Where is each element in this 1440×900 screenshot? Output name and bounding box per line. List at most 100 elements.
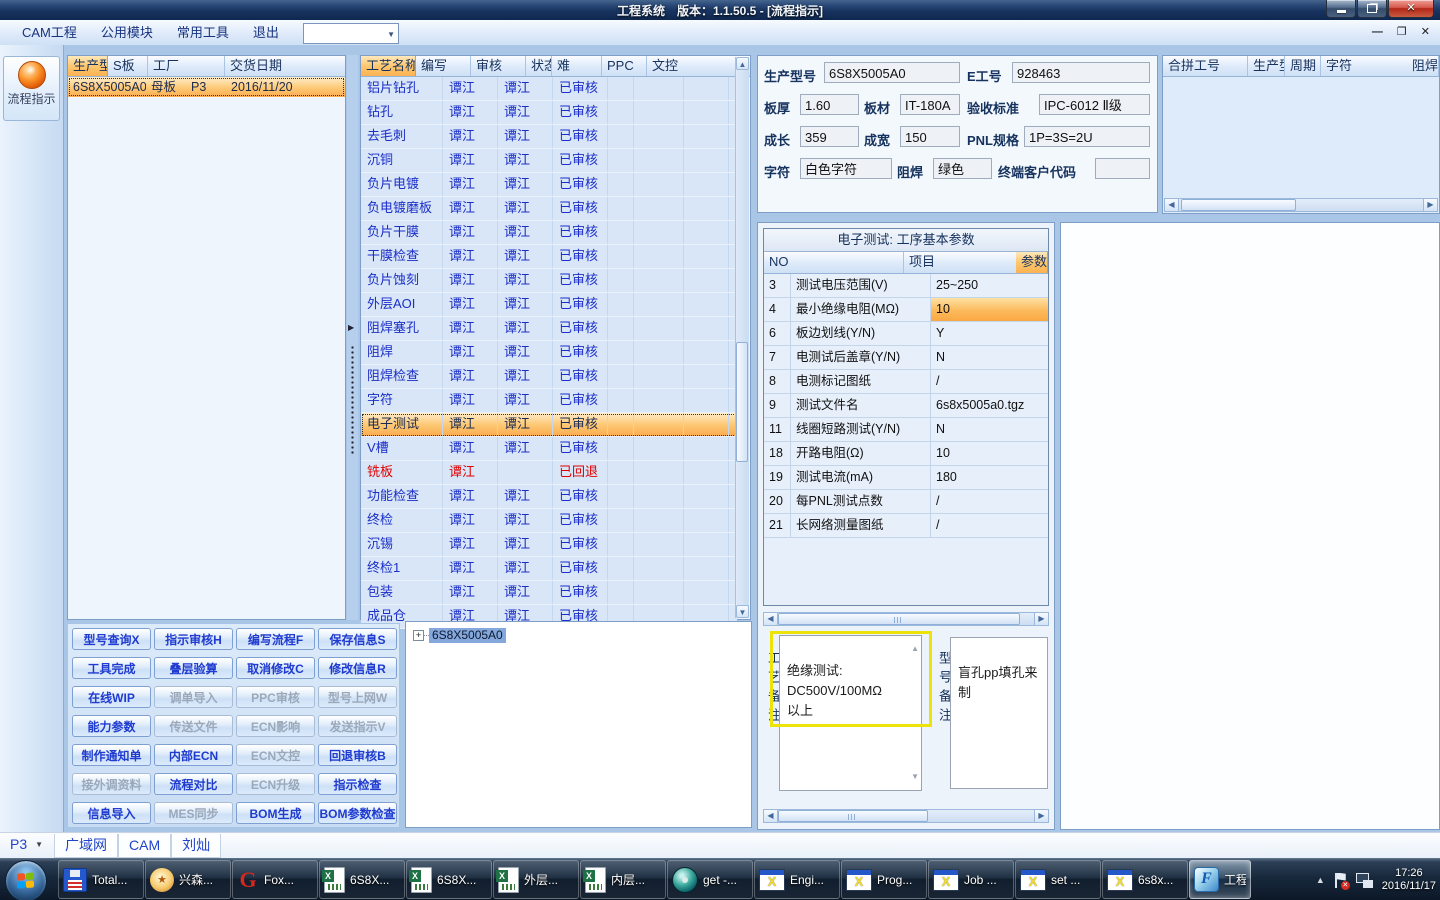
process-row[interactable]: 包装 谭江 谭江 已审核	[361, 581, 737, 605]
model-row[interactable]: 6S8X5005A0 母板 P3 2016/11/20	[68, 77, 345, 97]
scroll-down-icon[interactable]: ▼	[911, 767, 919, 787]
action-button[interactable]: 发送指示V	[318, 715, 397, 737]
taskbar-button[interactable]: get -...	[667, 860, 753, 899]
start-button[interactable]	[5, 860, 47, 900]
material-field[interactable]: IT-180A	[900, 94, 960, 115]
action-button[interactable]: 在线WIP	[72, 686, 151, 708]
action-button[interactable]: ECN升级	[236, 773, 315, 795]
action-button[interactable]: BOM生成	[236, 802, 315, 824]
process-row[interactable]: 铣板 谭江 已回退	[361, 461, 737, 485]
process-row[interactable]: 终检1 谭江 谭江 已审核	[361, 557, 737, 581]
taskbar-button[interactable]: Total...	[58, 860, 144, 899]
process-row[interactable]: 负片干膜 谭江 谭江 已审核	[361, 221, 737, 245]
scroll-up-icon[interactable]: ▲	[736, 57, 749, 70]
width-field[interactable]: 150	[900, 126, 960, 147]
column-header[interactable]: NO	[764, 252, 904, 273]
column-header[interactable]: S板	[108, 56, 148, 76]
mdi-close-icon[interactable]: ✕	[1421, 24, 1430, 40]
quick-search-combobox[interactable]: ▼	[303, 23, 399, 44]
scroll-up-icon[interactable]: ▲	[911, 639, 919, 659]
minimize-button[interactable]	[1326, 0, 1356, 18]
column-header[interactable]: 状态	[526, 56, 552, 76]
action-button[interactable]: 保存信息S	[318, 628, 397, 650]
param-row[interactable]: 6 板边划线(Y/N) Y	[764, 322, 1048, 346]
scroll-left-icon[interactable]: ◀	[764, 613, 778, 625]
process-row[interactable]: 铝片钻孔 谭江 谭江 已审核	[361, 77, 737, 101]
action-button[interactable]: BOM参数检查	[318, 802, 397, 824]
length-field[interactable]: 359	[800, 126, 859, 147]
mdi-minimize-icon[interactable]: —	[1372, 24, 1383, 40]
silk-field[interactable]: 白色字符	[800, 158, 892, 179]
scrollbar-thumb[interactable]	[1181, 199, 1296, 211]
param-row[interactable]: 11 线圈短路测试(Y/N) N	[764, 418, 1048, 442]
process-row[interactable]: 干膜检查 谭江 谭江 已审核	[361, 245, 737, 269]
menu-item[interactable]: 退出	[241, 21, 291, 45]
process-row[interactable]: 负片蚀刻 谭江 谭江 已审核	[361, 269, 737, 293]
action-button[interactable]: 工具完成	[72, 657, 151, 679]
action-button[interactable]: 编写流程F	[236, 628, 315, 650]
action-button[interactable]: 叠层验算	[154, 657, 233, 679]
column-header[interactable]: 工艺名称	[361, 56, 416, 76]
taskbar-button[interactable]: Engi...	[754, 860, 840, 899]
action-button[interactable]: 取消修改C	[236, 657, 315, 679]
column-header[interactable]: 编写	[416, 56, 471, 76]
process-row[interactable]: 电子测试 谭江 谭江 已审核	[361, 413, 737, 437]
action-button[interactable]: 型号查询X	[72, 628, 151, 650]
network-icon[interactable]	[1355, 872, 1373, 888]
process-row[interactable]: 终检 谭江 谭江 已审核	[361, 509, 737, 533]
factory-selector[interactable]: P3 ▼	[10, 836, 43, 852]
process-row[interactable]: 沉铜 谭江 谭江 已审核	[361, 149, 737, 173]
action-button[interactable]: ECN文控	[236, 744, 315, 766]
param-row[interactable]: 4 最小绝缘电阻(MΩ) 10	[764, 298, 1048, 322]
process-row[interactable]: 字符 谭江 谭江 已审核	[361, 389, 737, 413]
process-row[interactable]: 去毛刺 谭江 谭江 已审核	[361, 125, 737, 149]
process-row[interactable]: 钻孔 谭江 谭江 已审核	[361, 101, 737, 125]
flow-indicator-button[interactable]: 流程指示	[3, 56, 60, 121]
column-header[interactable]: 项目	[904, 252, 1016, 273]
column-header[interactable]: PPC	[602, 56, 647, 76]
remark-hscrollbar[interactable]: ◀ ▶	[763, 809, 1049, 823]
process-row[interactable]: 负片电镀 谭江 谭江 已审核	[361, 173, 737, 197]
column-header[interactable]: 合拼工号	[1163, 56, 1248, 76]
taskbar-button[interactable]: 6S8X...	[319, 860, 405, 899]
ejob-field[interactable]: 928463	[1012, 62, 1150, 83]
action-button[interactable]: PPC审核	[236, 686, 315, 708]
standard-field[interactable]: IPC-6012 Ⅱ级	[1039, 94, 1150, 115]
scroll-down-icon[interactable]: ▼	[736, 605, 749, 618]
process-row[interactable]: 阻焊塞孔 谭江 谭江 已审核	[361, 317, 737, 341]
process-row[interactable]: 负电镀磨板 谭江 谭江 已审核	[361, 197, 737, 221]
tree-node[interactable]: + 6S8X5005A0	[413, 628, 506, 643]
process-table-scrollbar[interactable]: ▲ ▼	[735, 57, 749, 618]
taskbar-button[interactable]: Job ...	[928, 860, 1014, 899]
tray-expand-icon[interactable]: ▲	[1316, 875, 1325, 885]
action-button[interactable]: 流程对比	[154, 773, 233, 795]
mdi-restore-icon[interactable]: ❐	[1397, 24, 1407, 40]
process-row[interactable]: 外层AOI 谭江 谭江 已审核	[361, 293, 737, 317]
column-header[interactable]: 生产型号	[1248, 56, 1285, 76]
taskbar-button[interactable]: Fox...	[232, 860, 318, 899]
model-field[interactable]: 6S8X5005A0	[824, 62, 960, 83]
action-button[interactable]: 调单导入	[154, 686, 233, 708]
taskbar-button[interactable]: 内层...	[580, 860, 666, 899]
param-row[interactable]: 9 测试文件名 6s8x5005a0.tgz	[764, 394, 1048, 418]
process-row[interactable]: 沉锡 谭江 谭江 已审核	[361, 533, 737, 557]
column-header[interactable]: 字符	[1321, 56, 1407, 76]
taskbar-button[interactable]: set ...	[1015, 860, 1101, 899]
action-button[interactable]: 指示检查	[318, 773, 397, 795]
action-button[interactable]: 内部ECN	[154, 744, 233, 766]
param-row[interactable]: 3 测试电压范围(V) 25~250	[764, 274, 1048, 298]
action-button[interactable]: ECN影响	[236, 715, 315, 737]
param-row[interactable]: 20 每PNL测试点数 /	[764, 490, 1048, 514]
taskbar-button[interactable]: 工程...	[1189, 860, 1251, 899]
menu-item[interactable]: 公用模块	[89, 21, 165, 45]
process-row[interactable]: 阻焊 谭江 谭江 已审核	[361, 341, 737, 365]
close-button[interactable]: ✕	[1388, 0, 1434, 18]
column-header[interactable]: 难	[552, 56, 602, 76]
taskbar-button[interactable]: 6S8X...	[406, 860, 492, 899]
column-header[interactable]: 审核	[471, 56, 526, 76]
process-row[interactable]: 阻焊检查 谭江 谭江 已审核	[361, 365, 737, 389]
action-button[interactable]: 型号上网W	[318, 686, 397, 708]
param-hscrollbar[interactable]: ◀ ▶	[763, 612, 1049, 626]
column-header[interactable]: 阻焊	[1407, 56, 1439, 76]
craft-remark-box[interactable]: 绝缘测试: DC500V/100MΩ 以上 ▲ ▼	[779, 635, 922, 791]
